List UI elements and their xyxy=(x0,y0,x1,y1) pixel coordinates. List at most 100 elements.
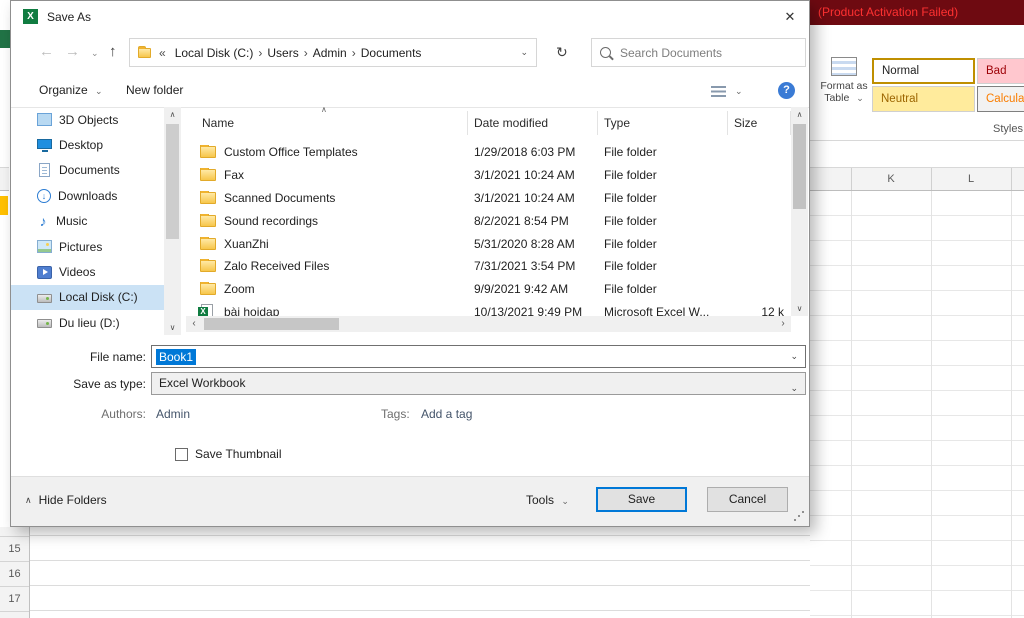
desktop-icon xyxy=(37,139,52,153)
style-calculation[interactable]: Calculation xyxy=(977,86,1024,112)
breadcrumb-overflow-icon[interactable]: « xyxy=(155,46,170,60)
change-view-button[interactable]: ⌄ xyxy=(711,86,743,97)
add-a-tag-link[interactable]: Add a tag xyxy=(421,407,472,421)
file-name-input[interactable]: Book1 ⌄ xyxy=(151,345,806,368)
help-icon[interactable]: ? xyxy=(778,82,795,99)
save-as-type-label: Save as type: xyxy=(73,377,146,391)
folder-icon xyxy=(200,236,216,250)
sidebar-scrollbar[interactable]: ∧ ∨ xyxy=(164,107,181,335)
file-row[interactable]: Custom Office Templates 1/29/2018 6:03 P… xyxy=(186,141,801,164)
row-header-17[interactable]: 17 xyxy=(0,587,29,612)
new-folder-button[interactable]: New folder xyxy=(126,83,183,97)
recent-locations-chevron-icon[interactable]: ⌄ xyxy=(91,48,99,59)
chevron-down-icon[interactable]: ⌄ xyxy=(790,351,798,362)
organize-button[interactable]: Organize ⌄ xyxy=(39,83,103,97)
column-header-name[interactable]: Name xyxy=(186,111,468,135)
gridline xyxy=(931,191,932,618)
up-icon[interactable]: ↑ xyxy=(109,43,117,60)
sidebar-item-videos[interactable]: Videos xyxy=(11,259,181,284)
scroll-up-icon[interactable]: ∧ xyxy=(791,107,808,122)
excel-file-icon xyxy=(198,304,213,316)
chevron-down-icon[interactable]: ⌄ xyxy=(790,378,798,399)
search-box[interactable] xyxy=(591,38,806,67)
sidebar-item-du-lieu-d[interactable]: Du lieu (D:) xyxy=(11,310,181,335)
file-name: Zoom xyxy=(224,282,255,297)
authors-label: Authors: xyxy=(101,407,146,421)
sidebar-item-label: Pictures xyxy=(59,239,103,254)
close-icon[interactable]: ✕ xyxy=(777,6,803,28)
refresh-icon[interactable]: ↻ xyxy=(556,44,568,61)
column-header-size[interactable]: Size xyxy=(728,111,791,135)
format-as-table-label-2: Table xyxy=(824,92,850,104)
authors-value[interactable]: Admin xyxy=(156,407,190,421)
row-header-16[interactable]: 16 xyxy=(0,562,29,587)
sidebar-item-3d-objects[interactable]: 3D Objects xyxy=(11,107,181,132)
save-as-type-value: Excel Workbook xyxy=(159,376,246,390)
style-neutral[interactable]: Neutral xyxy=(872,86,975,112)
forward-icon[interactable]: → xyxy=(65,43,80,60)
scroll-down-icon[interactable]: ∨ xyxy=(791,301,808,316)
style-bad[interactable]: Bad xyxy=(977,58,1024,84)
excel-titlebar[interactable]: (Product Activation Failed) xyxy=(810,0,1024,25)
resize-grip[interactable] xyxy=(793,510,805,522)
file-list-vertical-scrollbar[interactable]: ∧ ∨ xyxy=(791,107,808,316)
dialog-titlebar[interactable]: X Save As ✕ xyxy=(11,1,809,33)
file-row[interactable]: Zoom 9/9/2021 9:42 AM File folder xyxy=(186,278,801,301)
save-button[interactable]: Save xyxy=(596,487,687,512)
hide-folders-button[interactable]: ∧ Hide Folders xyxy=(25,493,107,507)
sidebar-item-label: Downloads xyxy=(58,188,118,203)
excel-file-tab-sliver xyxy=(0,30,10,48)
drive-icon xyxy=(37,293,52,303)
search-input[interactable] xyxy=(618,44,797,61)
save-thumbnail-option[interactable]: Save Thumbnail xyxy=(175,447,282,461)
cancel-button[interactable]: Cancel xyxy=(707,487,788,512)
file-row[interactable]: Zalo Received Files 7/31/2021 3:54 PM Fi… xyxy=(186,255,801,278)
file-row[interactable]: bài hoidap 10/13/2021 9:49 PM Microsoft … xyxy=(186,301,801,316)
scroll-up-icon[interactable]: ∧ xyxy=(164,107,181,122)
breadcrumb-item-local-disk[interactable]: Local Disk (C:) xyxy=(170,46,259,60)
sidebar-item-documents[interactable]: Documents xyxy=(11,158,181,183)
column-header-date-modified[interactable]: Date modified xyxy=(468,111,598,135)
file-date: 3/1/2021 10:24 AM xyxy=(474,190,575,205)
screen: (Product Activation Failed) Format as Ta… xyxy=(0,0,1024,618)
style-normal[interactable]: Normal xyxy=(872,58,975,84)
sidebar-item-music[interactable]: ♪ Music xyxy=(11,209,181,234)
row-header-15[interactable]: 15 xyxy=(0,537,29,562)
sidebar-item-pictures[interactable]: Pictures xyxy=(11,234,181,259)
file-name: XuanZhi xyxy=(224,236,269,251)
sidebar-item-desktop[interactable]: Desktop xyxy=(11,132,181,157)
save-as-dialog: X Save As ✕ ← → ⌄ ↑ « Local Disk (C:) › … xyxy=(10,0,810,527)
sidebar-item-local-disk-c[interactable]: Local Disk (C:) xyxy=(11,284,181,311)
file-row[interactable]: XuanZhi 5/31/2020 8:28 AM File folder xyxy=(186,232,801,255)
column-header-l[interactable]: L xyxy=(931,168,1011,190)
scroll-left-icon[interactable]: ‹ xyxy=(186,316,202,332)
breadcrumb-item-documents[interactable]: Documents xyxy=(356,46,427,60)
sidebar-item-downloads[interactable]: ↓ Downloads xyxy=(11,183,181,208)
save-thumbnail-checkbox[interactable] xyxy=(175,447,188,461)
column-header-type[interactable]: Type xyxy=(598,111,728,135)
column-header-k[interactable]: K xyxy=(851,168,931,190)
scrollbar-thumb[interactable] xyxy=(793,124,806,209)
file-row[interactable]: Sound recordings 8/2/2021 8:54 PM File f… xyxy=(186,209,801,232)
breadcrumb-item-users[interactable]: Users xyxy=(262,46,303,60)
excel-grid xyxy=(810,191,1024,618)
scrollbar-thumb[interactable] xyxy=(166,124,179,239)
save-as-type-select[interactable]: Excel Workbook ⌄ xyxy=(151,372,806,395)
file-date: 9/9/2021 9:42 AM xyxy=(474,282,569,297)
file-row[interactable]: Fax 3/1/2021 10:24 AM File folder xyxy=(186,164,801,187)
address-dropdown-icon[interactable]: ⌄ xyxy=(520,47,530,58)
scroll-down-icon[interactable]: ∨ xyxy=(164,320,181,335)
address-bar[interactable]: « Local Disk (C:) › Users › Admin › Docu… xyxy=(129,38,537,67)
back-icon[interactable]: ← xyxy=(39,43,54,60)
scrollbar-thumb[interactable] xyxy=(204,318,339,330)
scroll-right-icon[interactable]: › xyxy=(775,316,791,332)
excel-header-sliver xyxy=(0,167,9,191)
tools-dropdown[interactable]: Tools ⌄ xyxy=(526,493,569,507)
file-list-horizontal-scrollbar[interactable]: ‹ › xyxy=(186,316,791,332)
excel-ribbon: Format as Table ⌄ Normal Bad Neutral Cal… xyxy=(810,25,1024,141)
file-list-header: ∧ Name Date modified Type Size xyxy=(186,107,801,135)
format-as-table-button[interactable]: Format as Table ⌄ xyxy=(816,57,872,104)
file-row[interactable]: Scanned Documents 3/1/2021 10:24 AM File… xyxy=(186,187,801,210)
breadcrumb-item-admin[interactable]: Admin xyxy=(308,46,352,60)
file-name: Sound recordings xyxy=(224,213,319,228)
